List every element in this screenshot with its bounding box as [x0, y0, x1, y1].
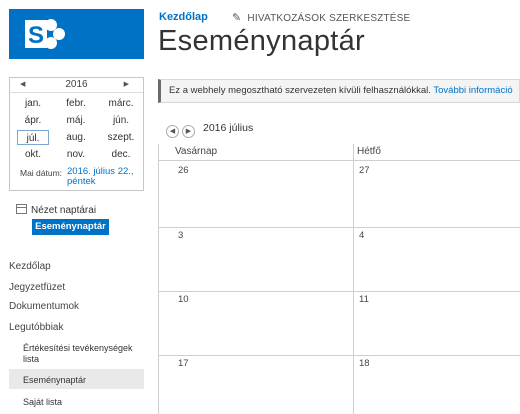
calendar-week-divider	[158, 291, 520, 292]
calendar-left-border	[158, 144, 159, 414]
date-navigator-header: ◀ 2016 ▶	[10, 78, 143, 93]
calendar-day-cell[interactable]: 11	[359, 294, 369, 305]
calendar-column-sunday: Vasárnap	[175, 146, 218, 157]
notice-text: Ez a webhely megosztható szervezeten kív…	[169, 85, 431, 96]
pencil-icon: ✎	[232, 12, 242, 24]
left-nav-item-recent[interactable]: Legutóbbiak	[9, 322, 64, 333]
left-nav-recent-event-calendar[interactable]: Eseménynaptár	[23, 375, 86, 386]
left-nav-item-notebook[interactable]: Jegyzetfüzet	[9, 282, 65, 293]
calendar-day-cell[interactable]: 10	[178, 294, 189, 305]
left-nav-item-home[interactable]: Kezdőlap	[9, 261, 51, 272]
left-nav-recent-my-list[interactable]: Saját lista	[23, 397, 62, 408]
edit-links-button[interactable]: ✎ HIVATKOZÁSOK SZERKESZTÉSE	[232, 11, 410, 24]
calendar-header-divider	[158, 160, 520, 161]
next-year-arrow-icon[interactable]: ▶	[124, 78, 129, 92]
calendar-month-nav: ◀ ▶ 2016 július	[166, 122, 253, 138]
edit-links-label: HIVATKOZÁSOK SZERKESZTÉSE	[247, 13, 411, 24]
month-nov[interactable]: nov.	[60, 147, 92, 162]
calendar-day-cell[interactable]: 18	[359, 358, 370, 369]
page-title: Eseménynaptár	[158, 25, 366, 57]
month-dec[interactable]: dec.	[105, 147, 137, 162]
svg-text:S: S	[28, 22, 44, 49]
month-jun[interactable]: jún.	[105, 113, 137, 128]
calendar-month-label: 2016 július	[203, 122, 254, 134]
external-sharing-notice: Ez a webhely megosztható szervezeten kív…	[158, 79, 520, 103]
calendar-grid: Vasárnap Hétfő 26 27 3 4 10 11 17 18	[158, 144, 520, 414]
previous-year-arrow-icon[interactable]: ◀	[20, 78, 25, 92]
month-mar[interactable]: márc.	[105, 96, 137, 111]
today-date-link[interactable]: 2016. július 22., péntek	[67, 167, 143, 187]
calendar-week-divider	[158, 227, 520, 228]
sharepoint-logo[interactable]: S	[9, 9, 144, 59]
month-oct[interactable]: okt.	[17, 147, 49, 162]
arrow-left-icon: ◀	[169, 128, 176, 135]
calendar-day-cell[interactable]: 26	[178, 165, 189, 176]
calendar-views-label: Nézet naptárai	[31, 205, 97, 216]
next-month-button[interactable]: ▶	[182, 125, 195, 138]
calendar-day-cell[interactable]: 3	[178, 230, 183, 241]
breadcrumb-home-link[interactable]: Kezdőlap	[159, 11, 208, 23]
date-navigator: ◀ 2016 ▶ jan. febr. márc. ápr. máj. jún.…	[9, 77, 144, 191]
month-jul-selected[interactable]: júl.	[17, 130, 49, 145]
month-sep[interactable]: szept.	[105, 130, 137, 145]
calendar-column-divider	[353, 144, 354, 414]
left-nav-item-documents[interactable]: Dokumentumok	[9, 301, 79, 312]
calendar-views-heading: Nézet naptárai	[16, 204, 96, 216]
calendar-column-monday: Hétfő	[357, 146, 381, 157]
month-aug[interactable]: aug.	[60, 130, 92, 145]
arrow-right-icon: ▶	[185, 128, 192, 135]
notice-more-info-link[interactable]: További információ	[433, 85, 512, 96]
calendar-icon	[16, 204, 27, 214]
month-may[interactable]: máj.	[60, 113, 92, 128]
calendar-day-cell[interactable]: 4	[359, 230, 364, 241]
date-navigator-year: 2016	[65, 79, 88, 90]
month-jan[interactable]: jan.	[17, 96, 49, 111]
calendar-week-divider	[158, 355, 520, 356]
previous-month-button[interactable]: ◀	[166, 125, 179, 138]
calendar-view-selected[interactable]: Eseménynaptár	[32, 219, 109, 235]
left-nav-recent-sales-activities[interactable]: Értékesítési tevékenységek lista	[23, 343, 141, 365]
month-feb[interactable]: febr.	[60, 96, 92, 111]
calendar-day-cell[interactable]: 17	[178, 358, 189, 369]
sharepoint-s-icon: S	[25, 19, 65, 49]
month-apr[interactable]: ápr.	[17, 113, 49, 128]
today-label: Mai dátum:	[20, 168, 63, 178]
calendar-day-cell[interactable]: 27	[359, 165, 370, 176]
